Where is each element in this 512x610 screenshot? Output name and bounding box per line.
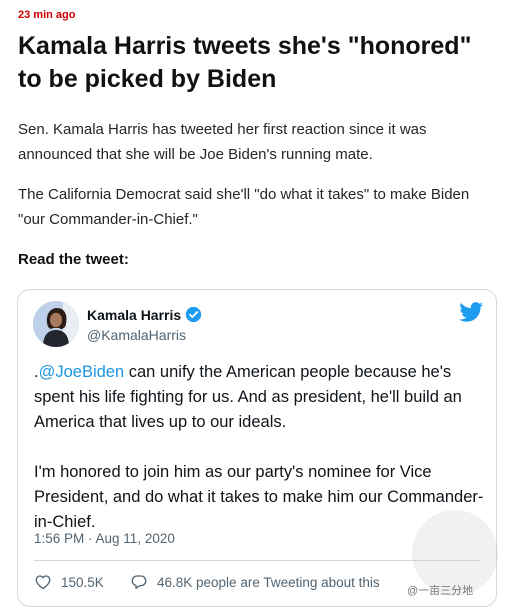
article-paragraph-1: Sen. Kamala Harris has tweeted her first… — [18, 121, 427, 163]
comment-icon — [131, 575, 147, 590]
tweet-timestamp[interactable]: 1:56 PM · Aug 11, 2020 — [34, 531, 175, 546]
reply-action[interactable]: 46.8K people are Tweeting about this — [130, 572, 380, 592]
watermark-text: @一亩三分地 — [407, 585, 474, 597]
tweet-text-paragraph-2: I'm honored to join him as our party's n… — [34, 463, 484, 531]
heart-icon — [35, 575, 51, 590]
author-name[interactable]: Kamala Harris — [87, 307, 181, 323]
author-avatar[interactable] — [33, 301, 79, 347]
article-headline: Kamala Harris tweets she's "honored" to … — [18, 32, 472, 93]
verified-icon — [185, 306, 202, 323]
twitter-bird-icon[interactable] — [459, 302, 483, 322]
article-paragraph-2: The California Democrat said she'll "do … — [18, 186, 470, 228]
read-tweet-subhead: Read the tweet: — [18, 251, 129, 268]
like-count: 150.5K — [61, 574, 104, 590]
mention-link[interactable]: @JoeBiden — [39, 363, 125, 381]
like-action[interactable]: 150.5K — [34, 572, 104, 592]
tweet-body: .@JoeBiden can unify the American people… — [34, 360, 484, 535]
article-timestamp: 23 min ago — [18, 9, 76, 21]
reply-text: 46.8K people are Tweeting about this — [157, 574, 380, 590]
author-handle[interactable]: @KamalaHarris — [87, 327, 186, 343]
